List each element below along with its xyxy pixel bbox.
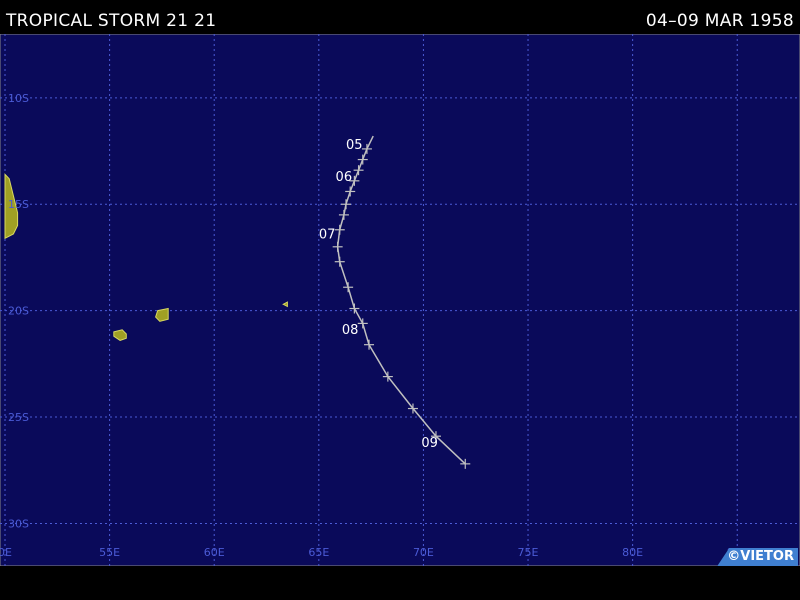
day-label: 05 xyxy=(346,138,363,153)
lon-label: 0E xyxy=(0,546,12,559)
island-mauritius xyxy=(155,307,169,322)
title-bar: TROPICAL STORM 21 21 04–09 MAR 1958 xyxy=(0,0,800,34)
day-label: 09 xyxy=(421,436,438,451)
lat-label: 30S xyxy=(8,517,29,530)
lon-label: 80E xyxy=(622,546,643,559)
lat-label: 20S xyxy=(8,305,29,318)
lon-label: 65E xyxy=(308,546,329,559)
day-label: 07 xyxy=(319,227,336,242)
ocean-background xyxy=(0,34,800,566)
lon-label: 55E xyxy=(99,546,120,559)
bottom-bar xyxy=(0,566,800,600)
lon-label: 75E xyxy=(518,546,539,559)
lat-label: 25S xyxy=(8,411,29,424)
date-range: 04–09 MAR 1958 xyxy=(645,11,794,31)
lat-label: 15S xyxy=(8,198,29,211)
storm-title: TROPICAL STORM 21 21 xyxy=(6,11,217,31)
lat-label: 10S xyxy=(8,92,29,105)
storm-track-map: 10S15S20S25S30S0E55E60E65E70E75E80E85E05… xyxy=(0,34,800,566)
day-label: 06 xyxy=(336,170,353,185)
day-label: 08 xyxy=(342,323,359,338)
lon-label: 60E xyxy=(204,546,225,559)
credit-badge: ©VIETOR xyxy=(717,548,798,566)
lon-label: 70E xyxy=(413,546,434,559)
